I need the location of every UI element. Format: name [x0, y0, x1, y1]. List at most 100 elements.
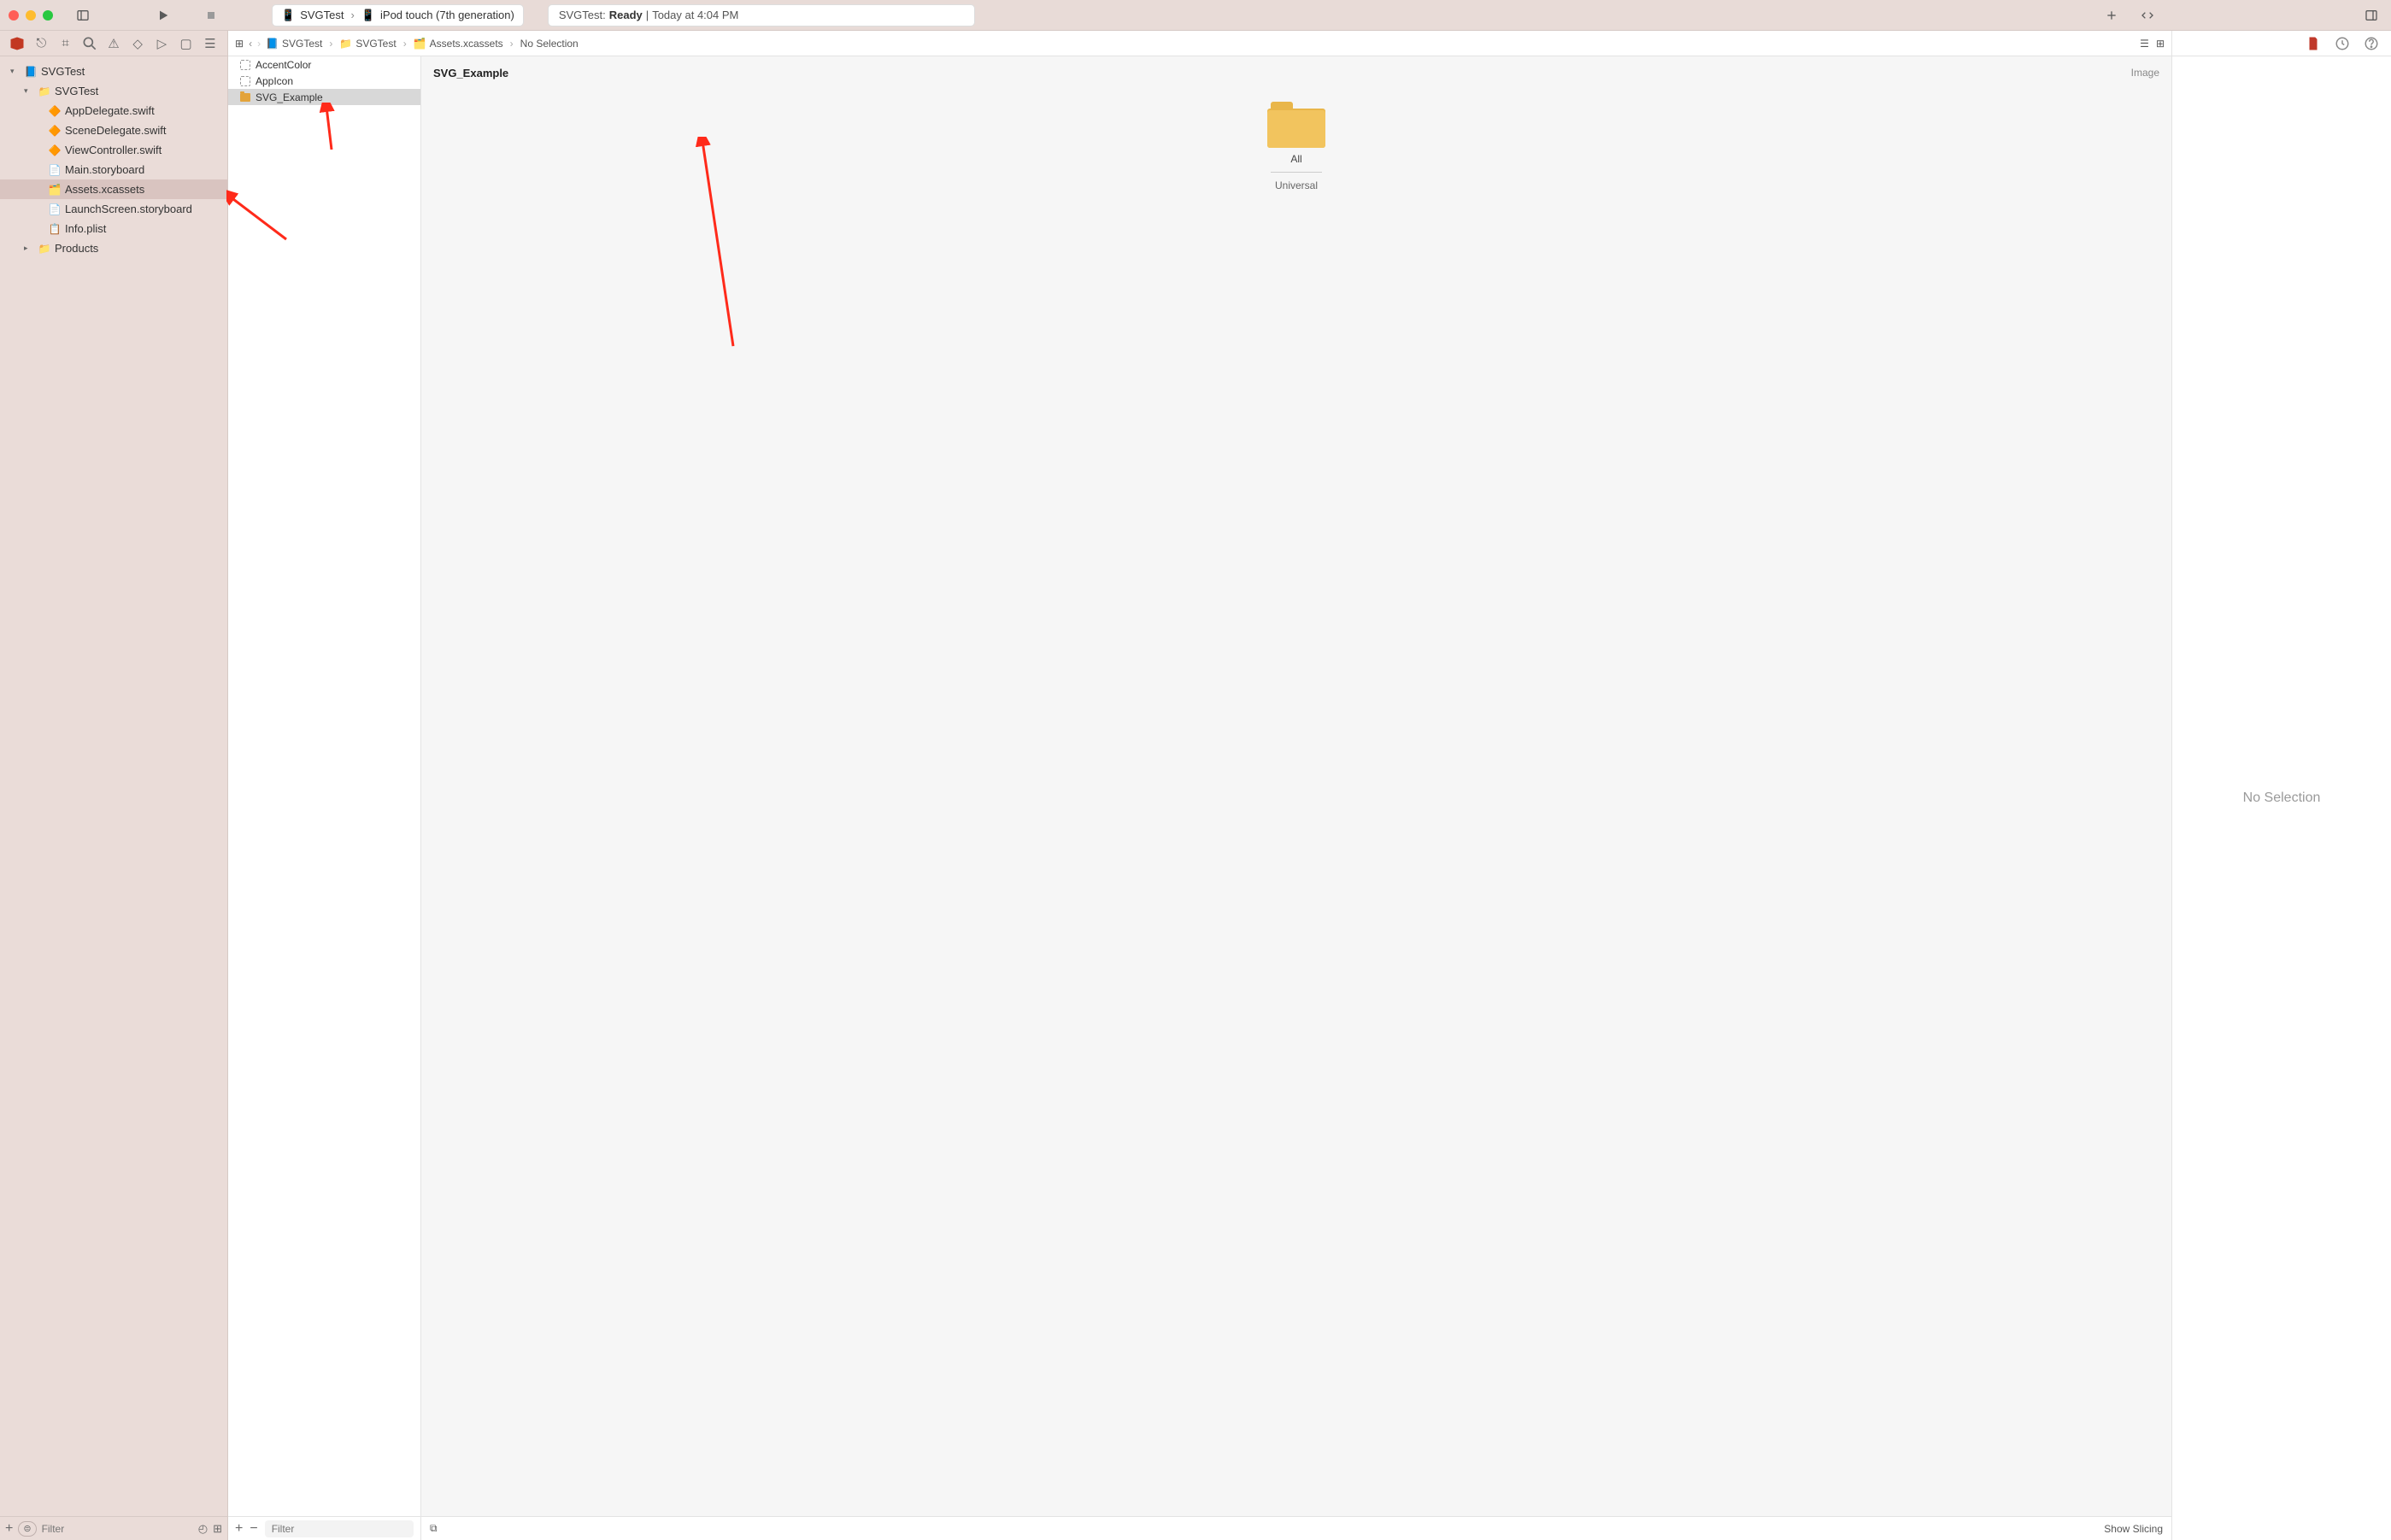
find-navigator-tab[interactable]: [81, 35, 98, 52]
add-tab-button[interactable]: [2100, 4, 2123, 26]
add-editor-button[interactable]: ⊞: [2156, 38, 2165, 50]
back-button[interactable]: ‹: [249, 38, 252, 50]
tree-products[interactable]: ▸ 📁 Products: [0, 238, 227, 258]
activity-status[interactable]: SVGTest: Ready | Today at 4:04 PM: [548, 4, 975, 26]
run-button[interactable]: [152, 4, 174, 26]
filter-scope-button[interactable]: ⊜: [18, 1521, 36, 1537]
tree-group[interactable]: ▾ 📁 SVGTest: [0, 81, 227, 101]
tree-file[interactable]: 📋Info.plist: [0, 219, 227, 238]
chevron-right-icon: ›: [329, 38, 332, 50]
slot-label: All: [1290, 153, 1301, 165]
chevron-right-icon: ›: [510, 38, 514, 50]
asset-list-footer: + −: [228, 1516, 420, 1540]
file-label: Main.storyboard: [65, 163, 144, 176]
file-label: SceneDelegate.swift: [65, 124, 167, 137]
tree-file[interactable]: 📄Main.storyboard: [0, 160, 227, 179]
tree-file[interactable]: 🔶SceneDelegate.swift: [0, 120, 227, 140]
stop-button[interactable]: [200, 4, 222, 26]
editor-options-button[interactable]: ☰: [2140, 38, 2149, 50]
history-inspector-tab[interactable]: [2335, 36, 2350, 51]
debug-navigator-tab[interactable]: ▷: [153, 35, 170, 52]
asset-canvas-footer: ⧉ Show Slicing: [421, 1516, 2171, 1540]
xcodeproj-icon: 📘: [266, 38, 279, 50]
device-preview-button[interactable]: ⧉: [430, 1522, 438, 1535]
color-set-icon: [240, 60, 250, 70]
asset-item[interactable]: AppIcon: [228, 73, 420, 89]
image-set-folder-icon: [240, 93, 250, 102]
source-control-navigator-tab[interactable]: ⎋: [32, 35, 50, 52]
folder-icon: 📁: [339, 38, 352, 50]
asset-canvas: SVG_Example Image All Universal ⧉ Show S…: [421, 56, 2171, 1540]
swift-file-icon: 🔶: [48, 104, 62, 118]
breakpoint-navigator-tab[interactable]: ▢: [178, 35, 195, 52]
jumpbar-crumb[interactable]: 🗂️ Assets.xcassets: [414, 38, 503, 50]
file-inspector-tab[interactable]: [2306, 36, 2321, 51]
show-slicing-button[interactable]: Show Slicing: [2104, 1523, 2163, 1535]
editor-area: ⊞ ‹ › 📘SVGTest › 📁SVGTest › 🗂️Assets.xca…: [228, 31, 2172, 1540]
scheme-selector[interactable]: 📱 SVGTest › 📱 iPod touch (7th generation…: [272, 4, 524, 26]
close-window-button[interactable]: [9, 10, 19, 21]
chevron-right-icon[interactable]: ▸: [24, 244, 34, 253]
navigator-tabs: ⎋ ⌗ ⚠ ◇ ▷ ▢ ☰: [0, 31, 227, 56]
related-items-button[interactable]: ⊞: [235, 38, 244, 50]
device-name: iPod touch (7th generation): [380, 9, 514, 21]
tree-file[interactable]: 🔶AppDelegate.swift: [0, 101, 227, 120]
issue-navigator-tab[interactable]: ⚠: [105, 35, 122, 52]
test-navigator-tab[interactable]: ◇: [129, 35, 146, 52]
slot-sublabel: Universal: [1275, 179, 1318, 191]
inspector: No Selection: [2172, 31, 2391, 1540]
recent-files-filter-icon[interactable]: ◴: [198, 1522, 208, 1536]
project-navigator-tab[interactable]: [9, 35, 26, 52]
slot-divider: [1271, 172, 1322, 173]
chevron-down-icon[interactable]: ▾: [24, 86, 34, 96]
products-label: Products: [55, 242, 98, 255]
project-tree[interactable]: ▾ 📘 SVGTest ▾ 📁 SVGTest 🔶AppDelegate.swi…: [0, 56, 227, 1516]
tree-file[interactable]: 🔶ViewController.swift: [0, 140, 227, 160]
zoom-window-button[interactable]: [43, 10, 53, 21]
image-slot[interactable]: All Universal: [1267, 109, 1325, 1516]
minimize-window-button[interactable]: [26, 10, 36, 21]
status-separator: |: [646, 9, 649, 21]
assets-catalog-icon: 🗂️: [48, 183, 62, 197]
scheme-name: SVGTest: [300, 9, 344, 21]
navigator: ⎋ ⌗ ⚠ ◇ ▷ ▢ ☰ ▾ 📘 SVGTest ▾ 📁 SVGTest 🔶A…: [0, 31, 228, 1540]
assets-catalog-icon: 🗂️: [414, 38, 426, 50]
chevron-right-icon: ›: [403, 38, 407, 50]
asset-item-selected[interactable]: SVG_Example: [228, 89, 420, 105]
tree-file-assets-selected[interactable]: 🗂️Assets.xcassets: [0, 179, 227, 199]
asset-label: AccentColor: [256, 59, 311, 71]
help-inspector-tab[interactable]: [2364, 36, 2379, 51]
jumpbar-crumb[interactable]: No Selection: [520, 38, 579, 50]
status-state: Ready: [609, 9, 643, 21]
swift-file-icon: 🔶: [48, 144, 62, 157]
remove-asset-button[interactable]: −: [250, 1521, 257, 1537]
toggle-inspector-button[interactable]: [2360, 4, 2382, 26]
add-asset-button[interactable]: +: [235, 1521, 243, 1537]
jumpbar-crumb[interactable]: 📁SVGTest: [339, 38, 396, 50]
code-review-button[interactable]: [2136, 4, 2159, 26]
tree-root[interactable]: ▾ 📘 SVGTest: [0, 62, 227, 81]
crumb-label: Assets.xcassets: [430, 38, 503, 50]
scm-filter-icon[interactable]: ⊞: [213, 1522, 222, 1536]
appicon-set-icon: [240, 76, 250, 86]
traffic-lights: [9, 10, 53, 21]
forward-button[interactable]: ›: [257, 38, 261, 50]
crumb-label: SVGTest: [355, 38, 396, 50]
asset-item[interactable]: AccentColor: [228, 56, 420, 73]
navigator-filter-input[interactable]: [42, 1523, 193, 1535]
symbol-navigator-tab[interactable]: ⌗: [57, 35, 74, 52]
chevron-down-icon[interactable]: ▾: [10, 67, 21, 76]
folder-icon: 📁: [38, 242, 51, 256]
crumb-label: SVGTest: [282, 38, 322, 50]
tree-group-label: SVGTest: [55, 85, 98, 97]
app-icon: 📱: [281, 9, 295, 22]
tree-file[interactable]: 📄LaunchScreen.storyboard: [0, 199, 227, 219]
toggle-navigator-button[interactable]: [72, 4, 94, 26]
jumpbar-crumb[interactable]: 📘SVGTest: [266, 38, 322, 50]
asset-kind-label: Image: [2131, 67, 2159, 79]
file-label: Info.plist: [65, 222, 106, 235]
file-label: AppDelegate.swift: [65, 104, 155, 117]
asset-filter-input[interactable]: [265, 1520, 414, 1537]
add-button[interactable]: +: [5, 1521, 13, 1537]
report-navigator-tab[interactable]: ☰: [202, 35, 219, 52]
